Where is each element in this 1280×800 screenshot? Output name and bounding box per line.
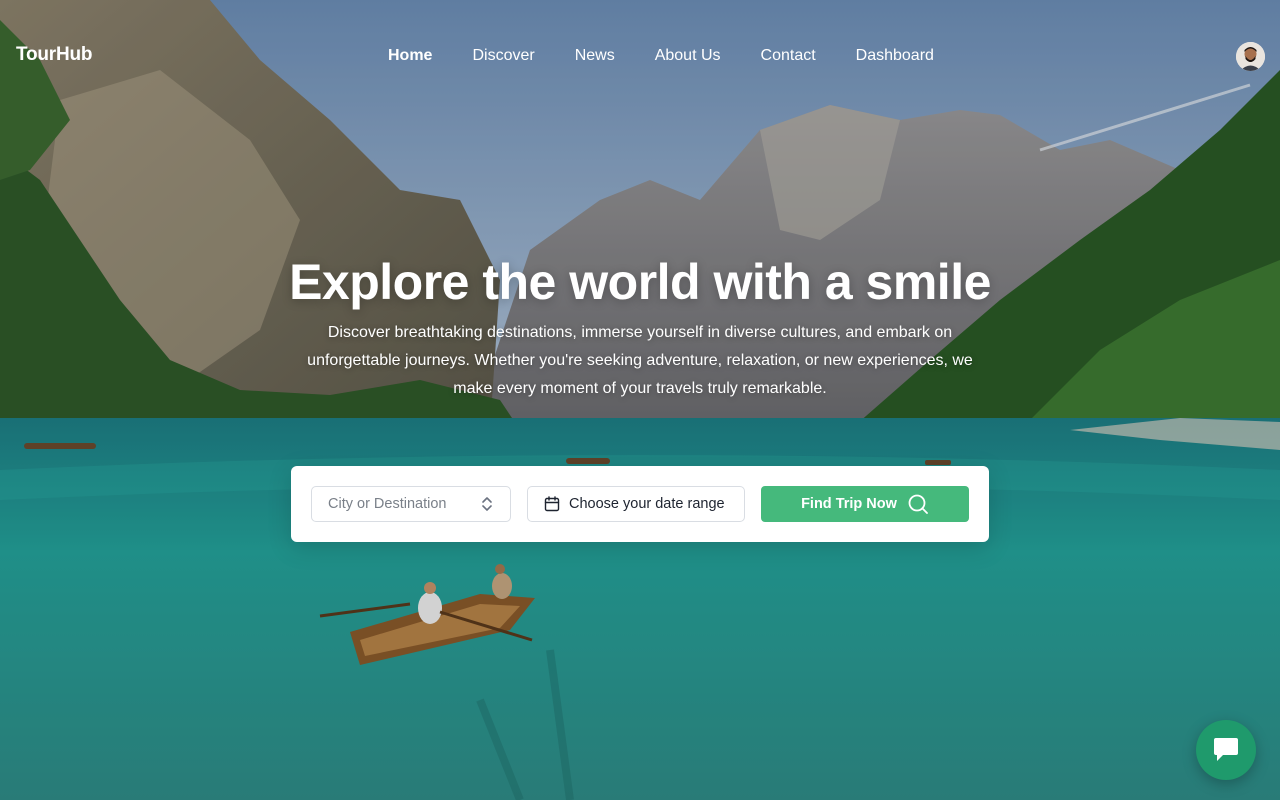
brand-logo[interactable]: TourHub: [16, 44, 93, 66]
nav-item-contact[interactable]: Contact: [741, 46, 836, 66]
date-range-picker[interactable]: Choose your date range: [527, 486, 745, 522]
hero-title: Explore the world with a smile: [289, 254, 991, 310]
date-range-placeholder: Choose your date range: [569, 496, 725, 512]
main-nav: Home Discover News About Us Contact Dash…: [368, 46, 954, 66]
search-icon: [908, 494, 928, 514]
nav-item-news[interactable]: News: [555, 46, 635, 66]
chat-icon: [1214, 738, 1238, 761]
nav-item-home[interactable]: Home: [368, 46, 452, 66]
destination-select[interactable]: City or Destination: [311, 486, 511, 522]
hero-description: Discover breathtaking destinations, imme…: [307, 324, 973, 397]
site-header: TourHub Home Discover News About Us Cont…: [0, 0, 1280, 112]
destination-placeholder: City or Destination: [328, 496, 447, 512]
nav-item-about-us[interactable]: About Us: [635, 46, 741, 66]
find-trip-label: Find Trip Now: [801, 496, 897, 512]
chevron-up-down-icon: [482, 497, 492, 511]
find-trip-button[interactable]: Find Trip Now: [761, 486, 969, 522]
nav-item-dashboard[interactable]: Dashboard: [836, 46, 954, 66]
avatar-icon: [1236, 42, 1265, 71]
nav-item-discover[interactable]: Discover: [452, 46, 554, 66]
user-avatar[interactable]: [1236, 42, 1265, 71]
chat-launcher-button[interactable]: [1196, 720, 1256, 780]
calendar-icon: [544, 496, 560, 512]
trip-search-card: City or Destination Choose your date ran…: [291, 466, 989, 542]
